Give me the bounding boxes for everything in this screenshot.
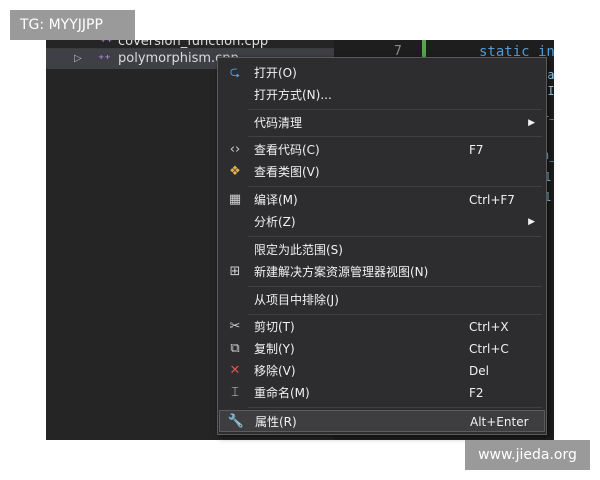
new-view-icon: ⊞	[229, 264, 241, 279]
menu-item-view-class-diagram[interactable]: ❖ 查看类图(V)	[219, 161, 545, 183]
submenu-arrow-icon: ▶	[528, 118, 535, 128]
menu-item-label: 复制(Y)	[254, 342, 295, 356]
menu-item-remove[interactable]: ✕ 移除(V) Del	[219, 360, 545, 382]
menu-item-new-explorer-view[interactable]: ⊞ 新建解决方案资源管理器视图(N)	[219, 261, 545, 283]
context-menu: ⮎ 打开(O) 打开方式(N)... 代码清理 ▶ ‹› 查看代码(C) F7 …	[217, 57, 547, 435]
menu-item-rename[interactable]: ⌶ 重命名(M) F2	[219, 382, 545, 404]
menu-item-label: 打开(O)	[254, 66, 297, 80]
menu-item-label: 代码清理	[254, 116, 303, 130]
menu-item-compile[interactable]: ▦ 编译(M) Ctrl+F7	[219, 189, 545, 211]
code-brackets-icon: ‹›	[229, 142, 241, 157]
menu-item-code-cleanup[interactable]: 代码清理 ▶	[219, 112, 545, 134]
menu-item-label: 属性(R)	[255, 415, 297, 429]
menu-item-copy[interactable]: ⧉ 复制(Y) Ctrl+C	[219, 338, 545, 360]
menu-item-analyze[interactable]: 分析(Z) ▶	[219, 211, 545, 233]
menu-separator	[248, 136, 542, 137]
remove-x-icon: ✕	[229, 363, 241, 378]
menu-shortcut: F2	[469, 386, 484, 400]
menu-separator	[248, 286, 542, 287]
menu-shortcut: Alt+Enter	[470, 415, 529, 429]
compile-icon: ▦	[228, 192, 242, 207]
menu-shortcut: Ctrl+C	[469, 342, 509, 356]
menu-shortcut: F7	[469, 143, 484, 157]
scissors-icon: ✂	[229, 319, 241, 334]
menu-item-view-code[interactable]: ‹› 查看代码(C) F7	[219, 139, 545, 161]
menu-shortcut: Ctrl+X	[469, 320, 509, 334]
menu-item-label: 查看代码(C)	[254, 143, 320, 157]
menu-item-cut[interactable]: ✂ 剪切(T) Ctrl+X	[219, 316, 545, 338]
watermark-bottom-right: www.jieda.org	[465, 440, 590, 470]
menu-separator	[248, 186, 542, 187]
menu-separator	[248, 236, 542, 237]
expand-triangle-icon[interactable]: ▷	[74, 49, 82, 69]
open-arrow-icon: ⮎	[229, 65, 241, 80]
menu-item-label: 移除(V)	[254, 364, 296, 378]
menu-item-open-with[interactable]: 打开方式(N)...	[219, 84, 545, 106]
watermark-top-left: TG: MYYJJPP	[10, 10, 135, 40]
submenu-arrow-icon: ▶	[528, 217, 535, 227]
menu-item-label: 从项目中排除(J)	[254, 293, 339, 307]
menu-item-label: 查看类图(V)	[254, 165, 320, 179]
menu-item-label: 剪切(T)	[254, 320, 295, 334]
menu-item-label: 分析(Z)	[254, 215, 296, 229]
menu-separator	[248, 109, 542, 110]
menu-item-scope-to-this[interactable]: 限定为此范围(S)	[219, 239, 545, 261]
copy-icon: ⧉	[230, 341, 240, 356]
class-diagram-icon: ❖	[229, 164, 241, 179]
menu-separator	[248, 407, 542, 408]
menu-item-open[interactable]: ⮎ 打开(O)	[219, 62, 545, 84]
menu-shortcut: Del	[469, 364, 489, 378]
wrench-icon: 🔧	[227, 414, 245, 429]
menu-separator	[248, 314, 542, 315]
rename-icon: ⌶	[231, 385, 239, 400]
menu-shortcut: Ctrl+F7	[469, 193, 515, 207]
menu-item-label: 限定为此范围(S)	[254, 243, 343, 257]
cpp-file-icon: ⁺⁺	[98, 52, 111, 66]
menu-item-label: 新建解决方案资源管理器视图(N)	[254, 265, 429, 279]
menu-item-properties[interactable]: 🔧 属性(R) Alt+Enter	[219, 410, 545, 432]
menu-item-label: 重命名(M)	[254, 386, 310, 400]
menu-item-label: 编译(M)	[254, 193, 298, 207]
menu-item-exclude-from-project[interactable]: 从项目中排除(J)	[219, 289, 545, 311]
menu-item-label: 打开方式(N)...	[254, 88, 332, 102]
